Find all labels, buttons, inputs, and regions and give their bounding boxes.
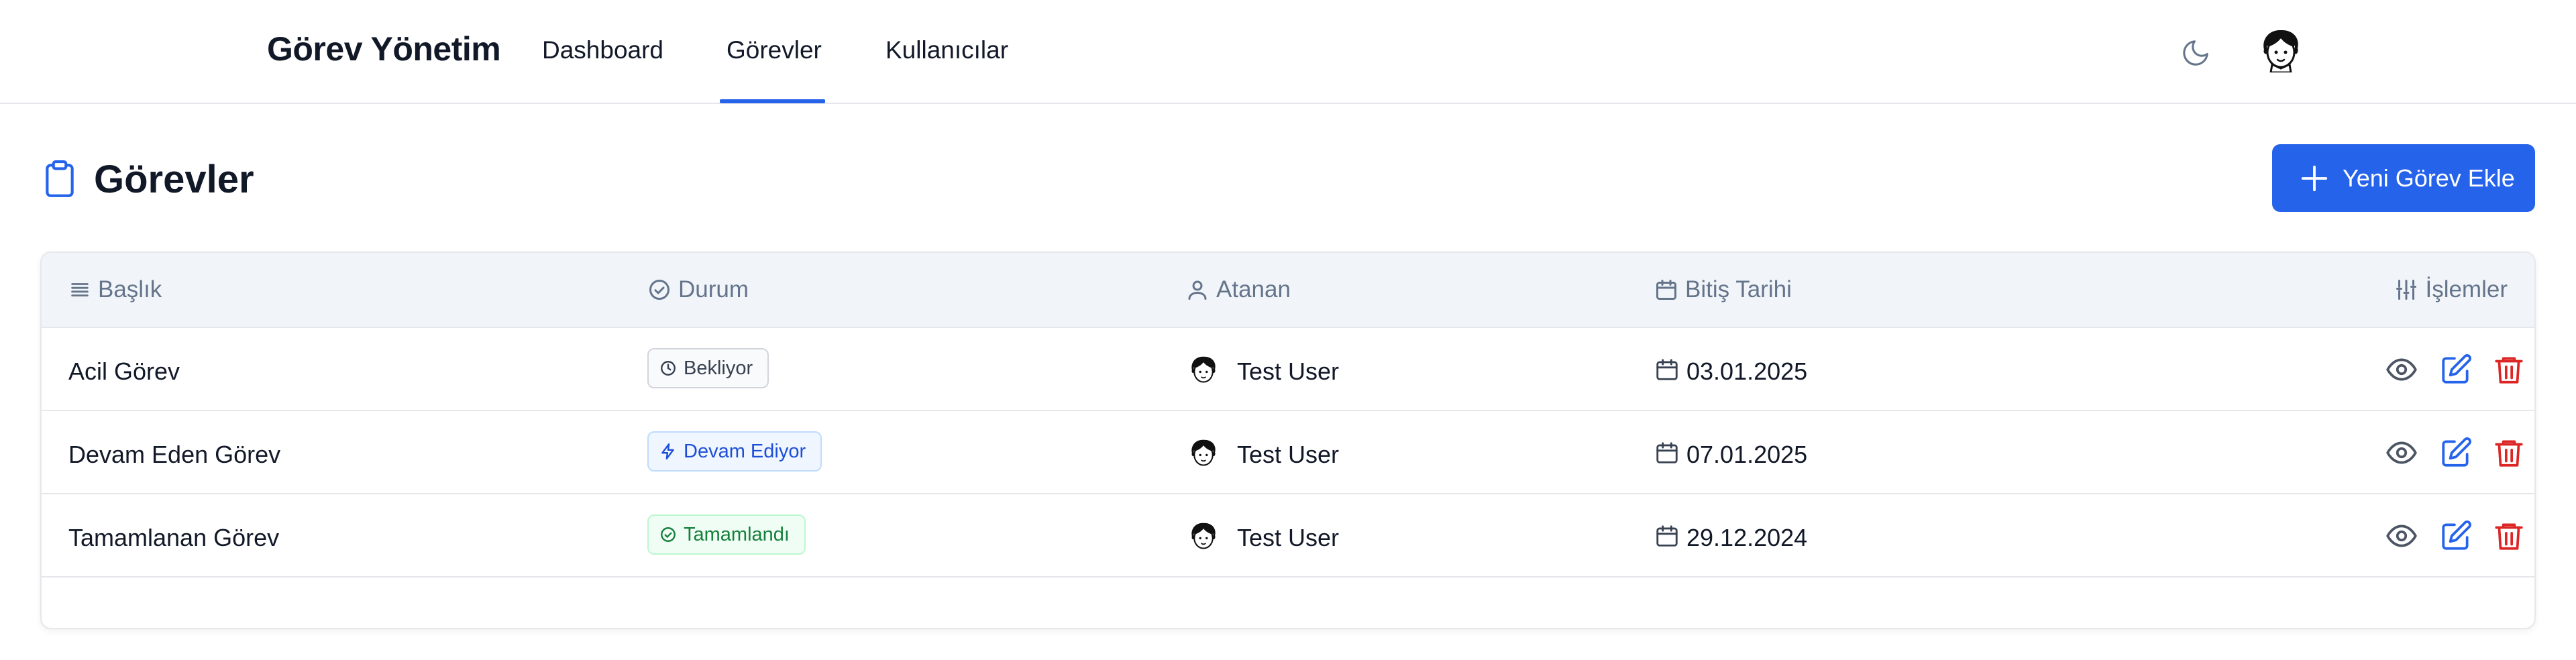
column-header-due-label: Bitiş Tarihi (1685, 276, 1792, 302)
edit-icon (2442, 437, 2471, 467)
plus-icon (2301, 165, 2328, 192)
page-title: Görevler (94, 158, 254, 201)
status-label: Bekliyor (684, 357, 753, 379)
due-date: 07.01.2025 (1686, 441, 1808, 468)
column-header-title: Başlık (68, 276, 162, 303)
table-row[interactable]: Devam Eden Görev Devam Ediyor Test User … (42, 410, 2534, 493)
assignee-avatar-icon (1191, 356, 1216, 383)
view-button[interactable] (2384, 435, 2419, 470)
calendar-icon (1656, 280, 1676, 300)
delete-button[interactable] (2491, 352, 2526, 387)
edit-button[interactable] (2438, 435, 2473, 470)
edit-button[interactable] (2438, 518, 2473, 553)
task-title: Acil Görev (68, 358, 180, 385)
assignee-avatar-icon (1191, 439, 1216, 466)
edit-icon (2442, 520, 2471, 550)
due-date: 03.01.2025 (1686, 358, 1808, 385)
column-header-assignee-label: Atanan (1216, 276, 1291, 302)
nav-link-gorevler[interactable]: Görevler (727, 36, 822, 64)
check-circle-icon (661, 527, 676, 542)
nav-link-kullanicilar[interactable]: Kullanıcılar (885, 36, 1008, 64)
status-label: Tamamlandı (684, 523, 790, 545)
tasks-table: Başlık Durum Atanan Bitiş Tarihi İşlemle… (40, 252, 2536, 629)
view-button[interactable] (2384, 352, 2419, 387)
theme-toggle-button[interactable] (2177, 34, 2214, 72)
nav-link-dashboard[interactable]: Dashboard (542, 36, 663, 64)
status-badge: Devam Ediyor (647, 431, 822, 472)
column-header-title-label: Başlık (98, 276, 162, 302)
brand-title[interactable]: Görev Yönetim (267, 30, 501, 68)
edit-icon (2442, 354, 2471, 384)
table-header: Başlık Durum Atanan Bitiş Tarihi İşlemle… (42, 253, 2534, 327)
eye-icon (2386, 358, 2417, 381)
moon-icon (2183, 40, 2208, 66)
column-header-assignee: Atanan (1185, 276, 1291, 303)
table-row[interactable]: Tamamlanan Görev Tamamlandı Test User 29… (42, 493, 2534, 576)
user-avatar-icon (2263, 30, 2298, 74)
add-task-label: Yeni Görev Ekle (2343, 164, 2515, 192)
clock-icon (661, 361, 676, 376)
user-avatar-button[interactable] (2257, 25, 2304, 74)
user-icon (1188, 280, 1207, 300)
top-navbar: Görev Yönetim Dashboard Görevler Kullanı… (0, 0, 2576, 104)
column-header-due: Bitiş Tarihi (1654, 276, 1792, 303)
bolt-icon (661, 443, 674, 460)
column-header-status: Durum (647, 276, 749, 303)
table-footer (42, 576, 2534, 628)
active-tab-indicator (720, 99, 825, 103)
sliders-icon (2396, 280, 2417, 300)
calendar-icon (1656, 359, 1678, 380)
assignee-name: Test User (1237, 524, 1340, 551)
assignee-name: Test User (1237, 441, 1340, 468)
trash-icon (2495, 357, 2523, 384)
delete-button[interactable] (2491, 518, 2526, 553)
assignee-name: Test User (1237, 358, 1340, 385)
column-header-status-label: Durum (678, 276, 749, 302)
assignee-avatar-icon (1191, 522, 1216, 549)
clipboard-icon (46, 160, 74, 197)
column-header-actions-label: İşlemler (2425, 276, 2508, 302)
add-task-button[interactable]: Yeni Görev Ekle (2272, 144, 2535, 212)
calendar-icon (1656, 442, 1678, 463)
calendar-icon (1656, 525, 1678, 547)
table-row[interactable]: Acil Görev Bekliyor Test User 03.01.2025 (42, 327, 2534, 410)
view-button[interactable] (2384, 518, 2419, 553)
due-date: 29.12.2024 (1686, 524, 1808, 551)
eye-icon (2386, 525, 2417, 547)
edit-button[interactable] (2438, 352, 2473, 387)
delete-button[interactable] (2491, 435, 2526, 470)
check-circle-icon (649, 280, 669, 300)
list-icon (71, 283, 89, 296)
trash-icon (2495, 440, 2523, 467)
column-header-actions: İşlemler (2394, 276, 2508, 303)
status-badge: Bekliyor (647, 348, 769, 388)
trash-icon (2495, 523, 2523, 550)
task-title: Tamamlanan Görev (68, 524, 280, 551)
status-label: Devam Ediyor (684, 440, 806, 462)
task-title: Devam Eden Görev (68, 441, 281, 468)
status-badge: Tamamlandı (647, 514, 806, 555)
eye-icon (2386, 441, 2417, 464)
